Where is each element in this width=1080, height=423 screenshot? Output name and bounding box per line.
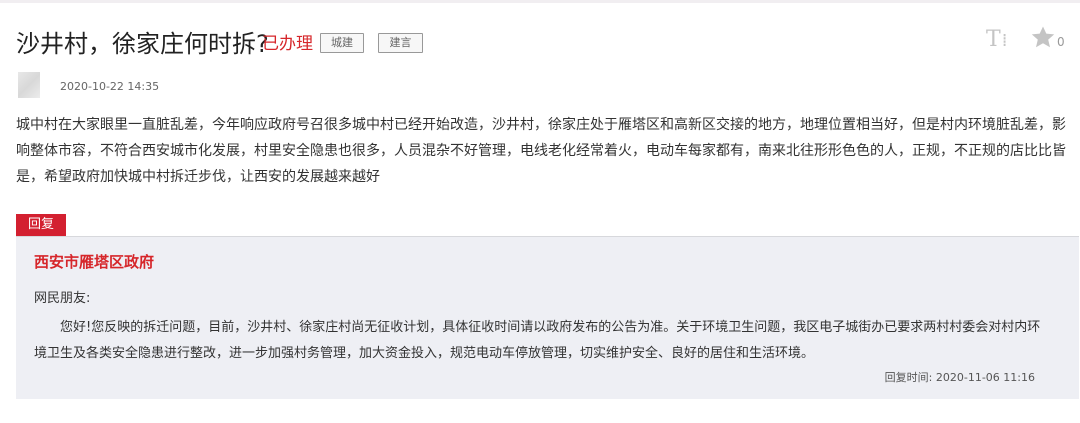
tag-suggestion[interactable]: 建言 bbox=[378, 33, 423, 53]
top-divider bbox=[0, 0, 1080, 3]
post-date: 2020-10-22 14:35 bbox=[60, 80, 160, 93]
reply-text: 您好!您反映的拆迁问题，目前，沙井村、徐家庄村尚无征收计划，具体征收时间请以政府… bbox=[34, 320, 1041, 361]
reply-salutation: 网民朋友: bbox=[34, 291, 91, 306]
reply-box: 西安市雁塔区政府 网民朋友: 您好!您反映的拆迁问题，目前，沙井村、徐家庄村尚无… bbox=[16, 236, 1079, 399]
reply-time: 回复时间: 2020-11-06 11:16 bbox=[884, 371, 1035, 384]
tag-urban-construction[interactable]: 城建 bbox=[320, 33, 364, 53]
avatar bbox=[18, 72, 40, 98]
status-label: 已办理 bbox=[262, 34, 313, 54]
reply-badge: 回复 bbox=[16, 214, 66, 236]
reply-organization: 西安市雁塔区政府 bbox=[34, 253, 155, 271]
favorite-count: 0 bbox=[1057, 35, 1065, 49]
page-title: 沙井村，徐家庄何时拆? bbox=[16, 30, 269, 58]
font-size-icon[interactable]: T⁞ bbox=[986, 28, 1007, 53]
post-content: 城中村在大家眼里一直脏乱差，今年响应政府号召很多城中村已经开始改造，沙井村，徐家… bbox=[16, 117, 1066, 185]
font-size-label: T bbox=[986, 27, 1001, 52]
star-icon[interactable] bbox=[1030, 25, 1056, 53]
